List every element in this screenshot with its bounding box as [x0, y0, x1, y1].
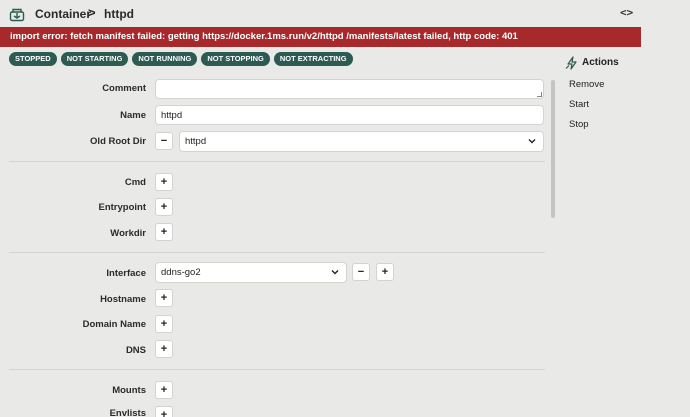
- header-bar: Container > httpd <>: [0, 0, 690, 28]
- error-banner: import error: fetch manifest failed: get…: [0, 27, 641, 47]
- breadcrumb-container[interactable]: Container: [35, 7, 91, 21]
- entrypoint-label: Entrypoint: [98, 202, 147, 213]
- workdir-add-button[interactable]: +: [155, 223, 173, 241]
- breadcrumb-current: httpd: [104, 7, 134, 21]
- dns-add-button[interactable]: +: [155, 340, 173, 358]
- envlists-add-button[interactable]: +: [155, 406, 173, 417]
- name-field[interactable]: httpd: [155, 105, 544, 125]
- action-remove[interactable]: Remove: [569, 79, 604, 90]
- old-root-dir-select[interactable]: httpd: [179, 131, 544, 152]
- breadcrumb-separator-icon: >: [88, 5, 96, 20]
- interface-label: Interface: [106, 268, 146, 279]
- section-divider: [9, 252, 545, 253]
- comment-label: Comment: [102, 83, 146, 94]
- domain-name-add-button[interactable]: +: [155, 315, 173, 333]
- actions-title: Actions: [582, 57, 619, 68]
- container-form: Comment Name httpd Old Root Dir − httpd …: [0, 72, 557, 417]
- actions-sidebar: Actions Remove Start Stop: [560, 48, 690, 417]
- status-badge: NOT STOPPING: [201, 52, 270, 66]
- status-badge: NOT STARTING: [60, 52, 129, 66]
- section-divider: [9, 369, 545, 370]
- chevron-down-icon: [528, 139, 536, 144]
- lightning-icon: [565, 56, 577, 70]
- chevron-down-icon: [331, 270, 339, 275]
- workdir-label: Workdir: [110, 228, 146, 239]
- status-badges: STOPPED NOT STARTING NOT RUNNING NOT STO…: [9, 52, 353, 66]
- cmd-label: Cmd: [124, 177, 146, 188]
- mounts-label: Mounts: [112, 385, 146, 396]
- dns-label: DNS: [125, 345, 146, 356]
- interface-remove-button[interactable]: −: [352, 263, 370, 281]
- name-label: Name: [120, 110, 146, 121]
- interface-value: ddns-go2: [161, 267, 201, 278]
- interface-add-button[interactable]: +: [376, 263, 394, 281]
- entrypoint-add-button[interactable]: +: [155, 198, 173, 216]
- scrollbar-thumb[interactable]: [551, 80, 555, 218]
- container-icon: [9, 8, 25, 22]
- action-stop[interactable]: Stop: [569, 119, 589, 130]
- old-root-dir-label: Old Root Dir: [90, 136, 146, 147]
- interface-select[interactable]: ddns-go2: [155, 262, 347, 283]
- status-badge: STOPPED: [9, 52, 57, 66]
- code-view-toggle-button[interactable]: <>: [620, 6, 633, 19]
- cmd-add-button[interactable]: +: [155, 173, 173, 191]
- old-root-dir-remove-button[interactable]: −: [155, 132, 173, 150]
- status-badge: NOT RUNNING: [132, 52, 198, 66]
- mounts-add-button[interactable]: +: [155, 381, 173, 399]
- envlists-label: Envlists: [109, 408, 146, 417]
- resize-handle-icon[interactable]: [537, 92, 542, 97]
- domain-name-label: Domain Name: [82, 319, 146, 330]
- comment-field[interactable]: [155, 79, 544, 99]
- section-divider: [9, 161, 545, 162]
- status-badge: NOT EXTRACTING: [273, 52, 353, 66]
- old-root-dir-value: httpd: [185, 136, 207, 147]
- hostname-label: Hostname: [100, 294, 146, 305]
- hostname-add-button[interactable]: +: [155, 289, 173, 307]
- action-start[interactable]: Start: [569, 99, 589, 110]
